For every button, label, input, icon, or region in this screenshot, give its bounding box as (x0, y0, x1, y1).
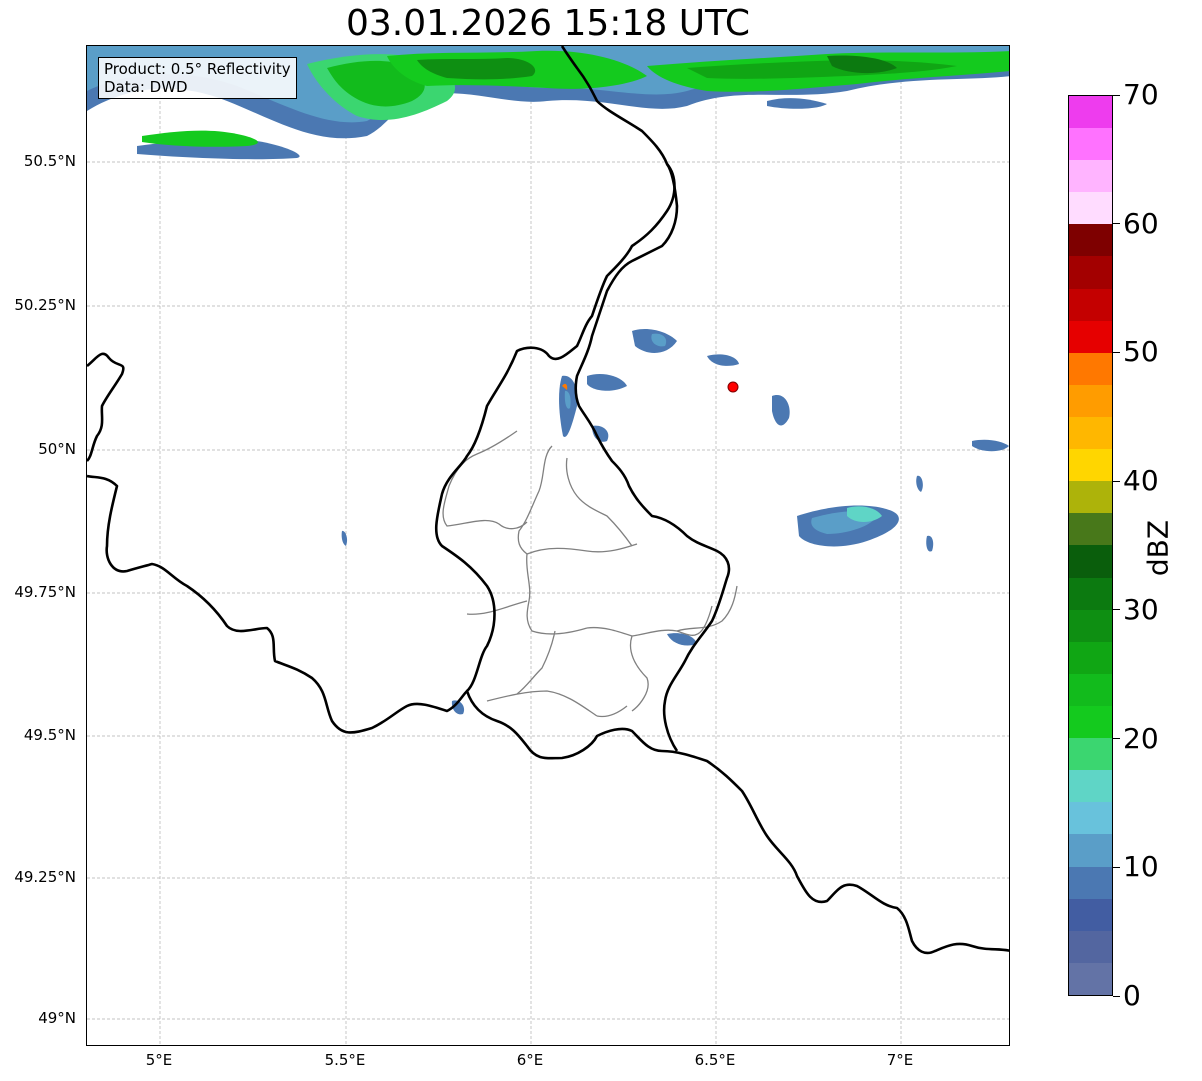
colorbar-segment (1069, 384, 1112, 418)
colorbar-tick-mark (1113, 351, 1120, 353)
lat-tick-label: 50.5°N (23, 152, 76, 170)
precipitation-cells (341, 329, 1009, 715)
colorbar-segment (1069, 866, 1112, 899)
data-source-label: Data: DWD (104, 78, 188, 96)
colorbar-unit-label: dBZ (1141, 519, 1175, 577)
lon-tick-label: 7°E (886, 1051, 914, 1069)
colorbar-segment (1069, 641, 1112, 674)
radar-map[interactable]: Product: 0.5° Reflectivity Data: DWD (86, 45, 1010, 1046)
colorbar-segment (1069, 545, 1112, 578)
colorbar-tick-label: 40 (1123, 464, 1159, 498)
colorbar-tick-label: 70 (1123, 78, 1159, 111)
country-borders (87, 46, 1009, 955)
lat-tick-label: 50.25°N (14, 296, 76, 314)
colorbar-tick-label: 0 (1123, 979, 1141, 1012)
lat-tick-label: 49.25°N (14, 868, 76, 886)
colorbar-segment (1069, 802, 1112, 835)
lon-tick-label: 5.5°E (324, 1051, 366, 1069)
colorbar-tick-mark (1113, 94, 1120, 96)
product-label: Product: 0.5° Reflectivity (104, 60, 291, 78)
colorbar-segment (1069, 288, 1112, 321)
colorbar-tick-label: 50 (1123, 335, 1159, 369)
colorbar-segment (1069, 95, 1112, 129)
lat-tick-label: 49.75°N (14, 583, 76, 601)
map-canvas (87, 46, 1009, 1045)
colorbar-segment (1069, 770, 1112, 803)
lon-tick-label: 6.5°E (694, 1051, 736, 1069)
colorbar-tick-label: 60 (1123, 206, 1159, 240)
colorbar-tick-label: 10 (1123, 850, 1159, 884)
colorbar-tick-mark (1113, 609, 1120, 611)
colorbar-tick-label: 20 (1123, 721, 1159, 755)
colorbar-segment (1069, 320, 1112, 353)
colorbar-segment (1069, 930, 1112, 963)
colorbar-segment (1069, 962, 1112, 995)
colorbar-segment (1069, 898, 1112, 931)
colorbar-segment (1069, 481, 1112, 514)
colorbar-segment (1069, 609, 1112, 642)
colorbar-segment (1069, 128, 1112, 161)
colorbar-segment (1069, 160, 1112, 193)
colorbar-tick-mark (1113, 995, 1120, 997)
colorbar-segment (1069, 673, 1112, 707)
colorbar-segment (1069, 256, 1112, 289)
colorbar-tick-mark (1113, 480, 1120, 482)
colorbar-segment (1069, 449, 1112, 482)
product-info-box: Product: 0.5° Reflectivity Data: DWD (98, 57, 297, 99)
admin-boundaries (442, 430, 738, 718)
colorbar-tick-mark (1113, 738, 1120, 740)
colorbar-segment (1069, 834, 1112, 867)
colorbar (1068, 95, 1113, 996)
colorbar-segment (1069, 577, 1112, 610)
colorbar-tick-label: 30 (1123, 592, 1159, 626)
lat-tick-label: 49°N (38, 1009, 76, 1027)
colorbar-segment (1069, 192, 1112, 225)
colorbar-segment (1069, 738, 1112, 771)
map-title: 03.01.2026 15:18 UTC (345, 3, 751, 44)
lon-tick-label: 5°E (145, 1051, 173, 1069)
lat-tick-label: 50°N (38, 440, 76, 458)
colorbar-segment (1069, 706, 1112, 739)
lon-tick-label: 6°E (516, 1051, 544, 1069)
colorbar-segment (1069, 513, 1112, 546)
colorbar-segment (1069, 224, 1112, 257)
radar-site-marker[interactable] (727, 381, 739, 393)
colorbar-segment (1069, 417, 1112, 450)
colorbar-tick-mark (1113, 223, 1120, 225)
lat-tick-label: 49.5°N (23, 726, 76, 744)
colorbar-tick-mark (1113, 866, 1120, 868)
colorbar-segment (1069, 352, 1112, 385)
